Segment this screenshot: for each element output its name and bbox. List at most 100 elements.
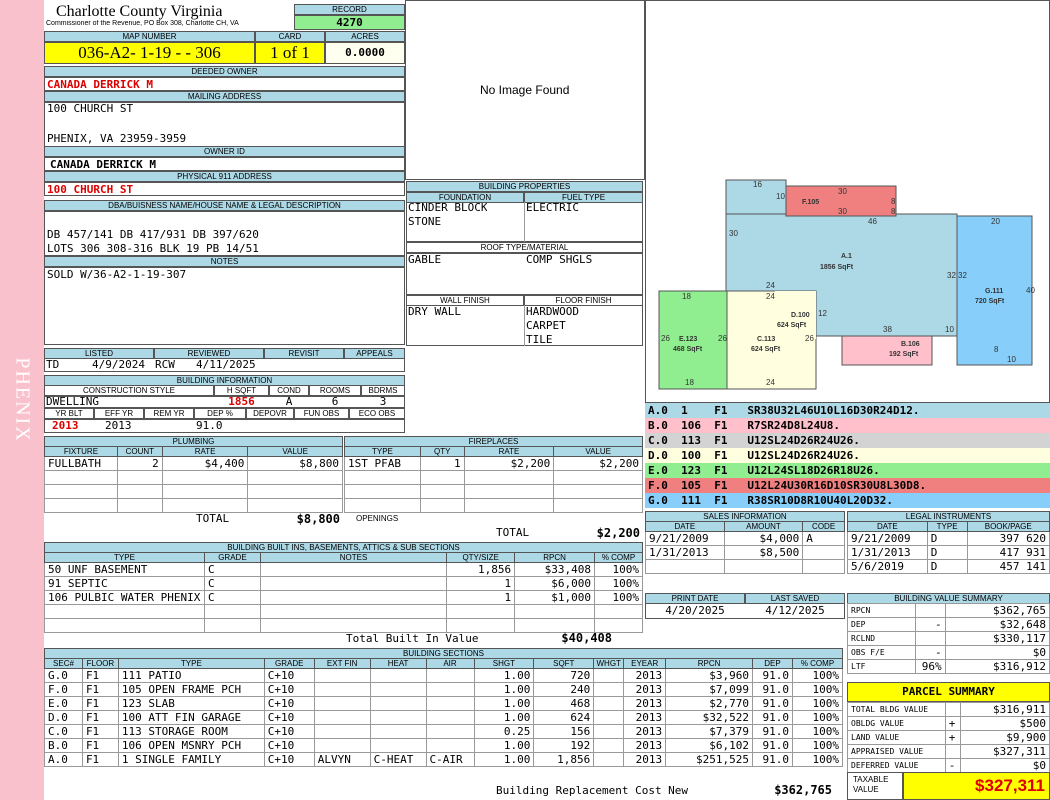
plumbing-total-label: TOTAL (196, 512, 230, 525)
sketch-dim-6: 46 (868, 217, 877, 226)
plumbing-cell (44, 498, 118, 513)
sections-cell: 1 SINGLE FAMILY (117, 752, 265, 767)
sketch-dim-23: 18 (685, 378, 694, 387)
sections-header-5: HEAT (369, 658, 427, 669)
builtins-cell (259, 618, 448, 633)
sections-header-3: GRADE (263, 658, 315, 669)
sections-cell: 100% (791, 752, 844, 767)
sections-cell: $6,102 (665, 738, 754, 753)
sections-cell (313, 696, 371, 711)
builtins-cell: C (203, 562, 261, 577)
parcel-body: TOTAL BLDG VALUE $316,911 OBLDG VALUE + $500… (847, 702, 1050, 773)
sales-header-row: DATE AMOUNT CODE (645, 521, 845, 532)
rooms-value: 6 (331, 395, 339, 408)
fireplaces-cell (344, 484, 421, 499)
sections-header-4: EXT FIN (313, 658, 371, 669)
legal-cell: D (926, 559, 968, 574)
sketch-dim-14: 24 (766, 292, 775, 301)
sections-header-12: DEP (752, 658, 793, 669)
legal-cell: 397 620 (966, 531, 1050, 546)
builtins-cell (259, 576, 448, 591)
bvs-cell: OBS F/E (847, 645, 916, 660)
sketch-segments: A.0 1 F1 SR38U32L46U10L16D30R24D12. B.0 1… (645, 403, 1050, 508)
fireplaces-header-1: QTY (419, 446, 465, 457)
builtins-cell (446, 618, 516, 633)
fireplaces-cell (463, 470, 555, 485)
fireplaces-cell (553, 470, 643, 485)
sections-table: SEC# FLOOR TYPE GRADE EXT FIN HEAT AIR SHGT SQFT… (44, 658, 844, 767)
sections-cell (425, 710, 475, 725)
legal-row: 9/21/2009 D 397 620 (847, 531, 1050, 546)
sections-cell: 100% (791, 738, 844, 753)
sketch-segment-3: D.0 100 F1 U12SL24D26R24U26. (645, 448, 1050, 463)
builtins-cell (259, 562, 448, 577)
sketch-dim-8: 30 (729, 229, 738, 238)
sections-cell (369, 724, 427, 739)
roof-value-2: COMP SHGLS (526, 253, 593, 266)
sections-cell: 1.00 (473, 738, 535, 753)
fireplaces-cell: 1 (419, 456, 465, 471)
taxable-label-2: VALUE (853, 785, 879, 794)
sketch-dim-22: 10 (1007, 355, 1016, 364)
fireplaces-row (344, 470, 643, 485)
fireplaces-header-0: TYPE (344, 446, 421, 457)
parcel-row: APPRAISED VALUE $327,311 (847, 744, 1050, 759)
parcel-cell: $500 (959, 716, 1050, 731)
fireplaces-cell: 1ST PFAB (344, 456, 421, 471)
builtins-cell: 1,856 (446, 562, 516, 577)
reviewed-date: 4/11/2025 (196, 358, 256, 371)
sections-cell: C+10 (263, 710, 315, 725)
legal-cell: 417 931 (966, 545, 1050, 560)
parcel-cell: LAND VALUE (847, 730, 946, 745)
builtins-row: 106 PULBIC WATER PHENIX C 1 $1,000 100% (44, 590, 644, 605)
hsqft-value: 1856 (228, 395, 255, 408)
parcel-cell: - (944, 758, 961, 773)
sections-cell: 2013 (623, 668, 667, 683)
builtins-cell: 100% (593, 576, 644, 591)
sketch-dim-18: 26 (661, 334, 670, 343)
sections-header-1: FLOOR (81, 658, 119, 669)
parcel-cell: DEFERRED VALUE (847, 758, 946, 773)
ecoobs-label: ECO OBS (349, 408, 405, 419)
funobs-label: FUN OBS (294, 408, 349, 419)
mailing-line1: 100 CHURCH ST (47, 102, 134, 115)
sketch-segment-2: C.0 113 F1 U12SL24D26R24U26. (645, 433, 1050, 448)
sections-header-8: SQFT (533, 658, 595, 669)
sections-cell: F1 (81, 668, 119, 683)
sales-cell: $8,500 (723, 545, 804, 560)
bvs-cell: - (914, 617, 946, 632)
builtins-row: 50 UNF BASEMENT C 1,856 $33,408 100% (44, 562, 644, 577)
bvs-cell: $316,912 (944, 659, 1050, 674)
sections-cell: 113 STORAGE ROOM (117, 724, 265, 739)
sales-cell: A (802, 531, 845, 546)
sections-cell: C+10 (263, 696, 315, 711)
sections-cell: 720 (533, 668, 595, 683)
sales-header-1: AMOUNT (723, 521, 804, 532)
builtins-cell (44, 618, 205, 633)
building-properties-label: BUILDING PROPERTIES (406, 181, 643, 192)
legal-body: 9/21/2009 D 397 620 1/31/2013 D 417 931 5/6/20… (847, 531, 1050, 574)
sections-cell (369, 710, 427, 725)
builtins-cell: $33,408 (514, 562, 595, 577)
sections-cell: 2013 (623, 682, 667, 697)
builtins-cell (44, 604, 205, 619)
sections-row: B.0 F1 106 OPEN MSNRY PCH C+10 1.00 192 2013 $6… (44, 738, 844, 753)
legal-line2: LOTS 306 308-316 BLK 19 PB 14/51 (47, 242, 259, 255)
plumbing-header-0: FIXTURE (44, 446, 118, 457)
plumbing-cell (116, 484, 163, 499)
no-image-text: No Image Found (480, 83, 570, 97)
sections-cell: F1 (81, 696, 119, 711)
builtins-row (44, 604, 644, 619)
sections-cell: 105 OPEN FRAME PCH (117, 682, 265, 697)
sections-body: G.0 F1 111 PATIO C+10 1.00 720 2013 $3,960 91.0 1… (44, 668, 844, 767)
sections-cell: ALVYN (313, 752, 371, 767)
sketch-dim-2: 30 (838, 187, 847, 196)
sections-cell: 0.25 (473, 724, 535, 739)
legal-row: 5/6/2019 D 457 141 (847, 559, 1050, 574)
plumbing-cell: FULLBATH (44, 456, 118, 471)
sections-cell (313, 710, 371, 725)
sections-cell: 91.0 (752, 738, 793, 753)
plumbing-cell (161, 484, 249, 499)
bvs-row: RCLND $330,117 (847, 631, 1050, 646)
fireplaces-body: 1ST PFAB 1 $2,200 $2,200 (344, 456, 643, 513)
